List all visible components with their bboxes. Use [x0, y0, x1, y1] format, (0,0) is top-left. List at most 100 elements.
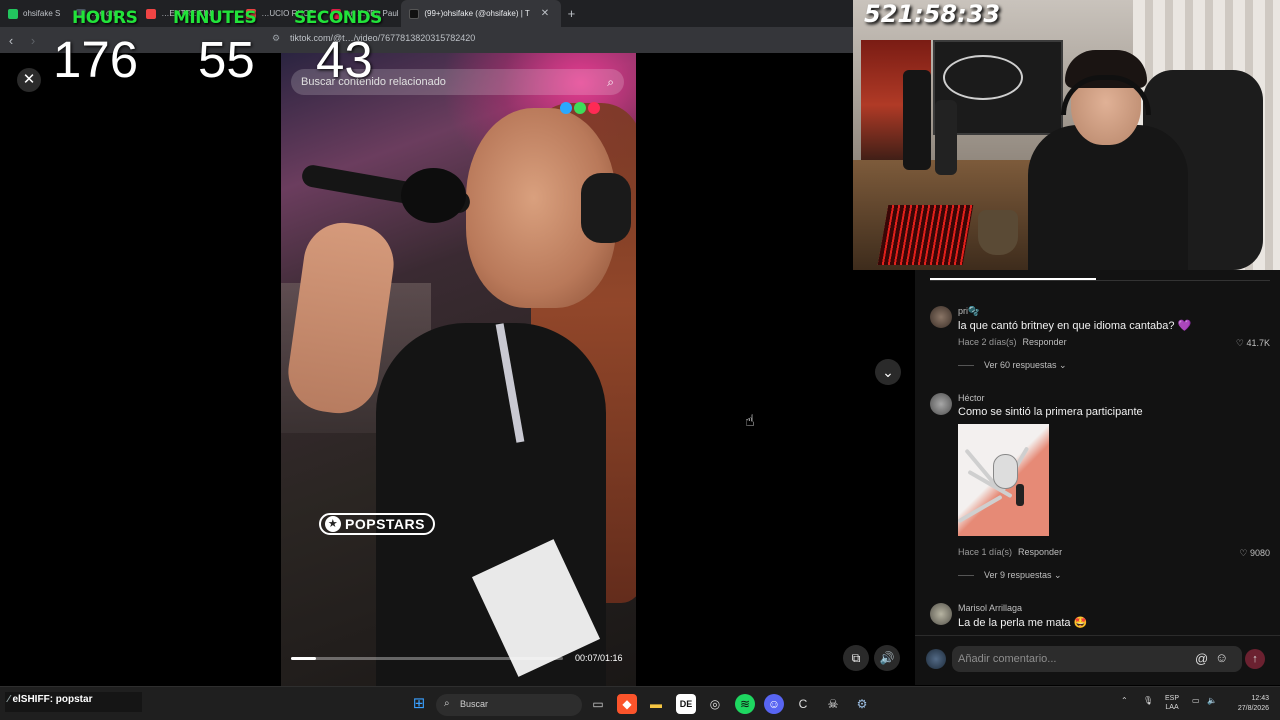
close-tab-icon[interactable]: ✕: [541, 8, 549, 19]
next-video-button[interactable]: ⌄: [875, 359, 901, 385]
green-dot: [574, 102, 586, 114]
seconds-label: SECONDS: [294, 8, 382, 28]
screen: ohsifake S …e on …ENTRE TINI …UCIO RHCP …: [0, 0, 1280, 720]
webcam-feed: [853, 0, 1280, 270]
comment-input-bar: Añadir comentario... @ ☺ ↑: [915, 635, 1280, 685]
language-indicator[interactable]: ESP LAA: [1165, 694, 1179, 712]
clock-time: 12:43: [1251, 695, 1269, 702]
chat-overlay: ⁄ elSHIFF: popstar: [5, 692, 142, 712]
chat-message: : popstar: [49, 694, 93, 705]
taskbar-clock[interactable]: 12:43 27/8/2026: [1227, 694, 1269, 714]
browser-tab-active[interactable]: (99+)ohsifake (@ohsifake) | T ✕: [401, 0, 562, 27]
comment-text: Como se sintió la primera participante: [958, 406, 1143, 418]
view-replies-button[interactable]: Ver 9 respuestas ⌄: [958, 570, 1062, 581]
search-icon: ⌕: [444, 698, 450, 709]
webcam-logo: [943, 55, 1023, 100]
hours-value: 176: [53, 31, 139, 88]
chat-username: elSHIFF: [12, 694, 50, 705]
close-icon[interactable]: ✕: [17, 68, 41, 92]
windows-start-icon[interactable]: ⊞: [409, 694, 429, 714]
heart-icon: ♡: [1239, 548, 1250, 558]
keyboard-layout: LAA: [1165, 704, 1179, 711]
comment-item: Héctor Como se sintió la primera partici…: [930, 393, 1270, 583]
floating-player-button[interactable]: ⧉: [843, 645, 869, 671]
video-progress-bar[interactable]: [291, 657, 563, 660]
display-icon[interactable]: ▭: [1192, 696, 1200, 705]
comment-username[interactable]: pri🫧: [958, 306, 979, 317]
minutes-label: MINUTES: [173, 8, 257, 28]
comment-meta: Hace 1 día(s) Responder: [958, 547, 1062, 557]
webcam-bottle: [935, 100, 957, 175]
comment-item: Marisol Arrillaga La de la perla me mata…: [930, 603, 1270, 633]
search-icon[interactable]: ⌕: [607, 75, 614, 90]
discord-icon[interactable]: ☺: [764, 694, 784, 714]
sticker-leg: [958, 494, 1003, 524]
volume-icon[interactable]: 🔊: [874, 645, 900, 671]
popstars-logo: ★ POPSTARS: [319, 513, 435, 535]
skull-app-icon[interactable]: ☠: [823, 694, 843, 714]
comment-username[interactable]: Marisol Arrillaga: [958, 603, 1022, 613]
file-explorer-icon[interactable]: ▬: [646, 694, 666, 714]
comment-text: La de la perla me mata 🤩: [958, 617, 1088, 629]
taskbar-search-label: Buscar: [460, 699, 489, 709]
site-info-icon[interactable]: ⚙: [272, 33, 280, 44]
avatar[interactable]: [930, 603, 952, 625]
webcam-keyboard: [877, 205, 974, 265]
blue-dot: [560, 102, 572, 114]
video-progress-fill: [291, 657, 317, 660]
my-avatar: [926, 649, 946, 669]
video-player[interactable]: [281, 53, 636, 686]
ccleaner-icon[interactable]: C: [793, 694, 813, 714]
comment-item: pri🫧 la que cantó britney en que idioma …: [930, 306, 1270, 386]
minutes-value: 55: [198, 31, 255, 88]
video-time: 00:07/01:16: [575, 653, 623, 663]
app-icon[interactable]: DE: [676, 694, 696, 714]
like-count[interactable]: ♡ 9080: [1239, 548, 1270, 559]
hours-label: HOURS: [72, 8, 138, 28]
comment-date: Hace 1 día(s): [958, 547, 1013, 557]
comments-panel: pri🫧 la que cantó britney en que idioma …: [915, 270, 1280, 635]
send-button[interactable]: ↑: [1245, 649, 1265, 669]
webcam-bottle: [903, 70, 931, 170]
comment-username[interactable]: Héctor: [958, 393, 985, 403]
speaker-icon[interactable]: 🔈: [1207, 696, 1217, 705]
comment-sticker-image[interactable]: [958, 424, 1049, 536]
spotify-icon[interactable]: ≋: [735, 694, 755, 714]
streamer-body: [1028, 125, 1188, 270]
seconds-value: 43: [316, 31, 373, 88]
mouse-cursor-icon: ☝: [745, 413, 755, 430]
total-clock: 521:58:33: [864, 0, 1001, 28]
sticker-creature: [993, 454, 1018, 489]
steam-icon[interactable]: ⚙: [852, 694, 872, 714]
reply-button[interactable]: Responder: [1023, 337, 1067, 347]
back-icon[interactable]: ‹: [0, 33, 22, 48]
avatar[interactable]: [930, 306, 952, 328]
sticker-microphone: [1016, 484, 1024, 506]
tab-comments-indicator: [930, 278, 1096, 280]
brave-browser-icon[interactable]: ◆: [617, 694, 637, 714]
view-replies-button[interactable]: Ver 60 respuestas ⌄: [958, 360, 1067, 371]
forward-icon[interactable]: ›: [22, 33, 44, 48]
emoji-icon[interactable]: ☺: [1215, 650, 1228, 665]
language-code: ESP: [1165, 695, 1180, 702]
comment-text: la que cantó britney en que idioma canta…: [958, 320, 1192, 332]
tabs-divider: [930, 280, 1270, 281]
microphone-head: [401, 168, 466, 223]
tray-expand-icon[interactable]: ⌃: [1121, 696, 1128, 705]
heart-icon: ♡: [1235, 338, 1247, 348]
red-dot: [588, 102, 600, 114]
obs-icon[interactable]: ◎: [705, 694, 725, 714]
task-view-icon[interactable]: ▭: [588, 694, 608, 714]
headphone: [581, 173, 631, 243]
mention-icon[interactable]: @: [1195, 651, 1208, 666]
microphone-icon[interactable]: 🎙: [1143, 696, 1153, 705]
popstars-label: POPSTARS: [345, 516, 425, 532]
new-tab-button[interactable]: +: [561, 6, 581, 21]
reply-button[interactable]: Responder: [1018, 547, 1062, 557]
brand-dots: [560, 102, 600, 114]
like-count[interactable]: ♡ 41.7K: [1236, 338, 1270, 349]
star-icon: ★: [325, 516, 341, 532]
taskbar-search[interactable]: ⌕ Buscar: [436, 694, 582, 716]
avatar[interactable]: [930, 393, 952, 415]
tiktok-icon: [409, 8, 420, 19]
